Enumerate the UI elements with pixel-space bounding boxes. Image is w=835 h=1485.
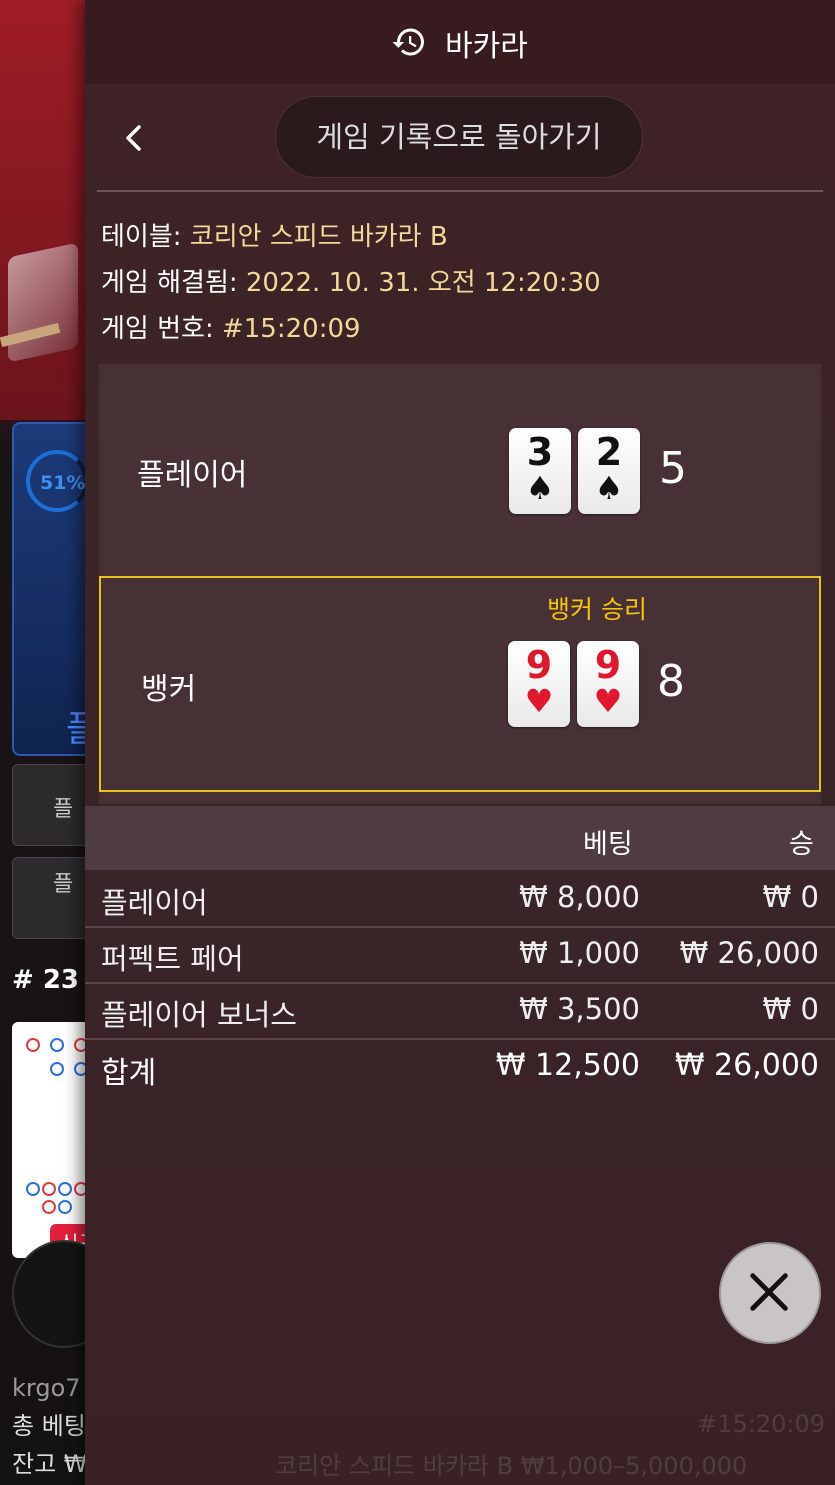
card-shoe xyxy=(8,242,78,363)
heart-icon: ♥ xyxy=(593,682,623,720)
panel-title: 바카라 xyxy=(445,29,528,64)
card-rank: 2 xyxy=(595,430,623,474)
total-win-amount: ₩ 26,000 xyxy=(674,1048,819,1083)
bets-table-header xyxy=(85,806,835,870)
card-rank: 9 xyxy=(525,643,553,687)
player-score: 5 xyxy=(659,443,687,494)
game-history-panel: 바카라 게임 기록으로 돌아가기 테이블: 코리안 스피드 바카라 B 게임 해… xyxy=(85,0,835,1485)
table-info: 테이블: 코리안 스피드 바카라 B xyxy=(101,216,448,253)
resolved-value: 2022. 10. 31. 오전 12:20:30 xyxy=(245,268,601,298)
banker-card-1: 9 ♥ xyxy=(508,641,570,727)
column-win: 승 xyxy=(789,829,814,860)
total-label: 합계 xyxy=(101,1056,157,1091)
spade-icon: ♠ xyxy=(525,469,555,507)
banker-card-2: 9 ♥ xyxy=(577,641,639,727)
divider xyxy=(97,190,823,192)
panel-header: 바카라 xyxy=(85,0,835,84)
footer-table-limits: 코리안 스피드 바카라 B ₩1,000–5,000,000 xyxy=(275,1452,748,1480)
bet-amount: ₩ 3,500 xyxy=(519,992,640,1026)
bet-percent-text: 51% xyxy=(40,472,86,494)
bet-amount: ₩ 1,000 xyxy=(519,936,640,970)
card-rank: 9 xyxy=(594,643,622,687)
total-row: 합계 ₩ 12,500 ₩ 26,000 xyxy=(85,1040,835,1096)
table-value: 코리안 스피드 바카라 B xyxy=(189,222,448,252)
resolved-label: 게임 해결됨: xyxy=(101,268,238,298)
win-amount: ₩ 0 xyxy=(762,992,819,1026)
bet-name: 플레이어 xyxy=(101,886,208,920)
table-row: 퍼펙트 페어 ₩ 1,000 ₩ 26,000 xyxy=(85,928,835,984)
game-number-label: 게임 번호: xyxy=(101,314,214,344)
player-hand-label: 플레이어 xyxy=(137,458,248,493)
win-amount: ₩ 0 xyxy=(762,880,819,914)
resolved-info: 게임 해결됨: 2022. 10. 31. 오전 12:20:30 xyxy=(101,262,601,299)
game-number-info: 게임 번호: #15:20:09 xyxy=(101,308,361,345)
table-row: 플레이어 보너스 ₩ 3,500 ₩ 0 xyxy=(85,984,835,1040)
banker-win-text: 뱅커 승리 xyxy=(547,595,647,624)
table-row: 플레이어 ₩ 8,000 ₩ 0 xyxy=(85,872,835,928)
spade-icon: ♠ xyxy=(594,469,624,507)
round-number: # 23 xyxy=(12,965,80,995)
footer-game-id: #15:20:09 xyxy=(697,1410,825,1438)
history-icon xyxy=(392,28,424,56)
chevron-left-icon[interactable] xyxy=(115,118,155,158)
card-rank: 3 xyxy=(526,430,554,474)
win-amount: ₩ 26,000 xyxy=(679,936,819,970)
bet-name: 플레이어 보너스 xyxy=(101,998,297,1032)
banker-hand-label: 뱅커 xyxy=(141,672,197,707)
back-to-history-button[interactable]: 게임 기록으로 돌아가기 xyxy=(275,96,643,178)
game-number-value: #15:20:09 xyxy=(221,314,361,344)
table-label: 테이블: xyxy=(101,222,182,252)
total-bet-amount: ₩ 12,500 xyxy=(495,1048,640,1083)
panel-footer: #15:20:09 코리안 스피드 바카라 B ₩1,000–5,000,000 xyxy=(85,1410,835,1485)
bet-amount: ₩ 8,000 xyxy=(519,880,640,914)
bet-name: 퍼펙트 페어 xyxy=(101,942,244,976)
player-card-1: 3 ♠ xyxy=(509,428,571,514)
player-card-2: 2 ♠ xyxy=(578,428,640,514)
banker-win-highlight xyxy=(99,576,821,792)
heart-icon: ♥ xyxy=(524,682,554,720)
banker-score: 8 xyxy=(657,656,685,707)
column-bet: 베팅 xyxy=(583,829,633,860)
close-icon[interactable] xyxy=(719,1242,821,1344)
